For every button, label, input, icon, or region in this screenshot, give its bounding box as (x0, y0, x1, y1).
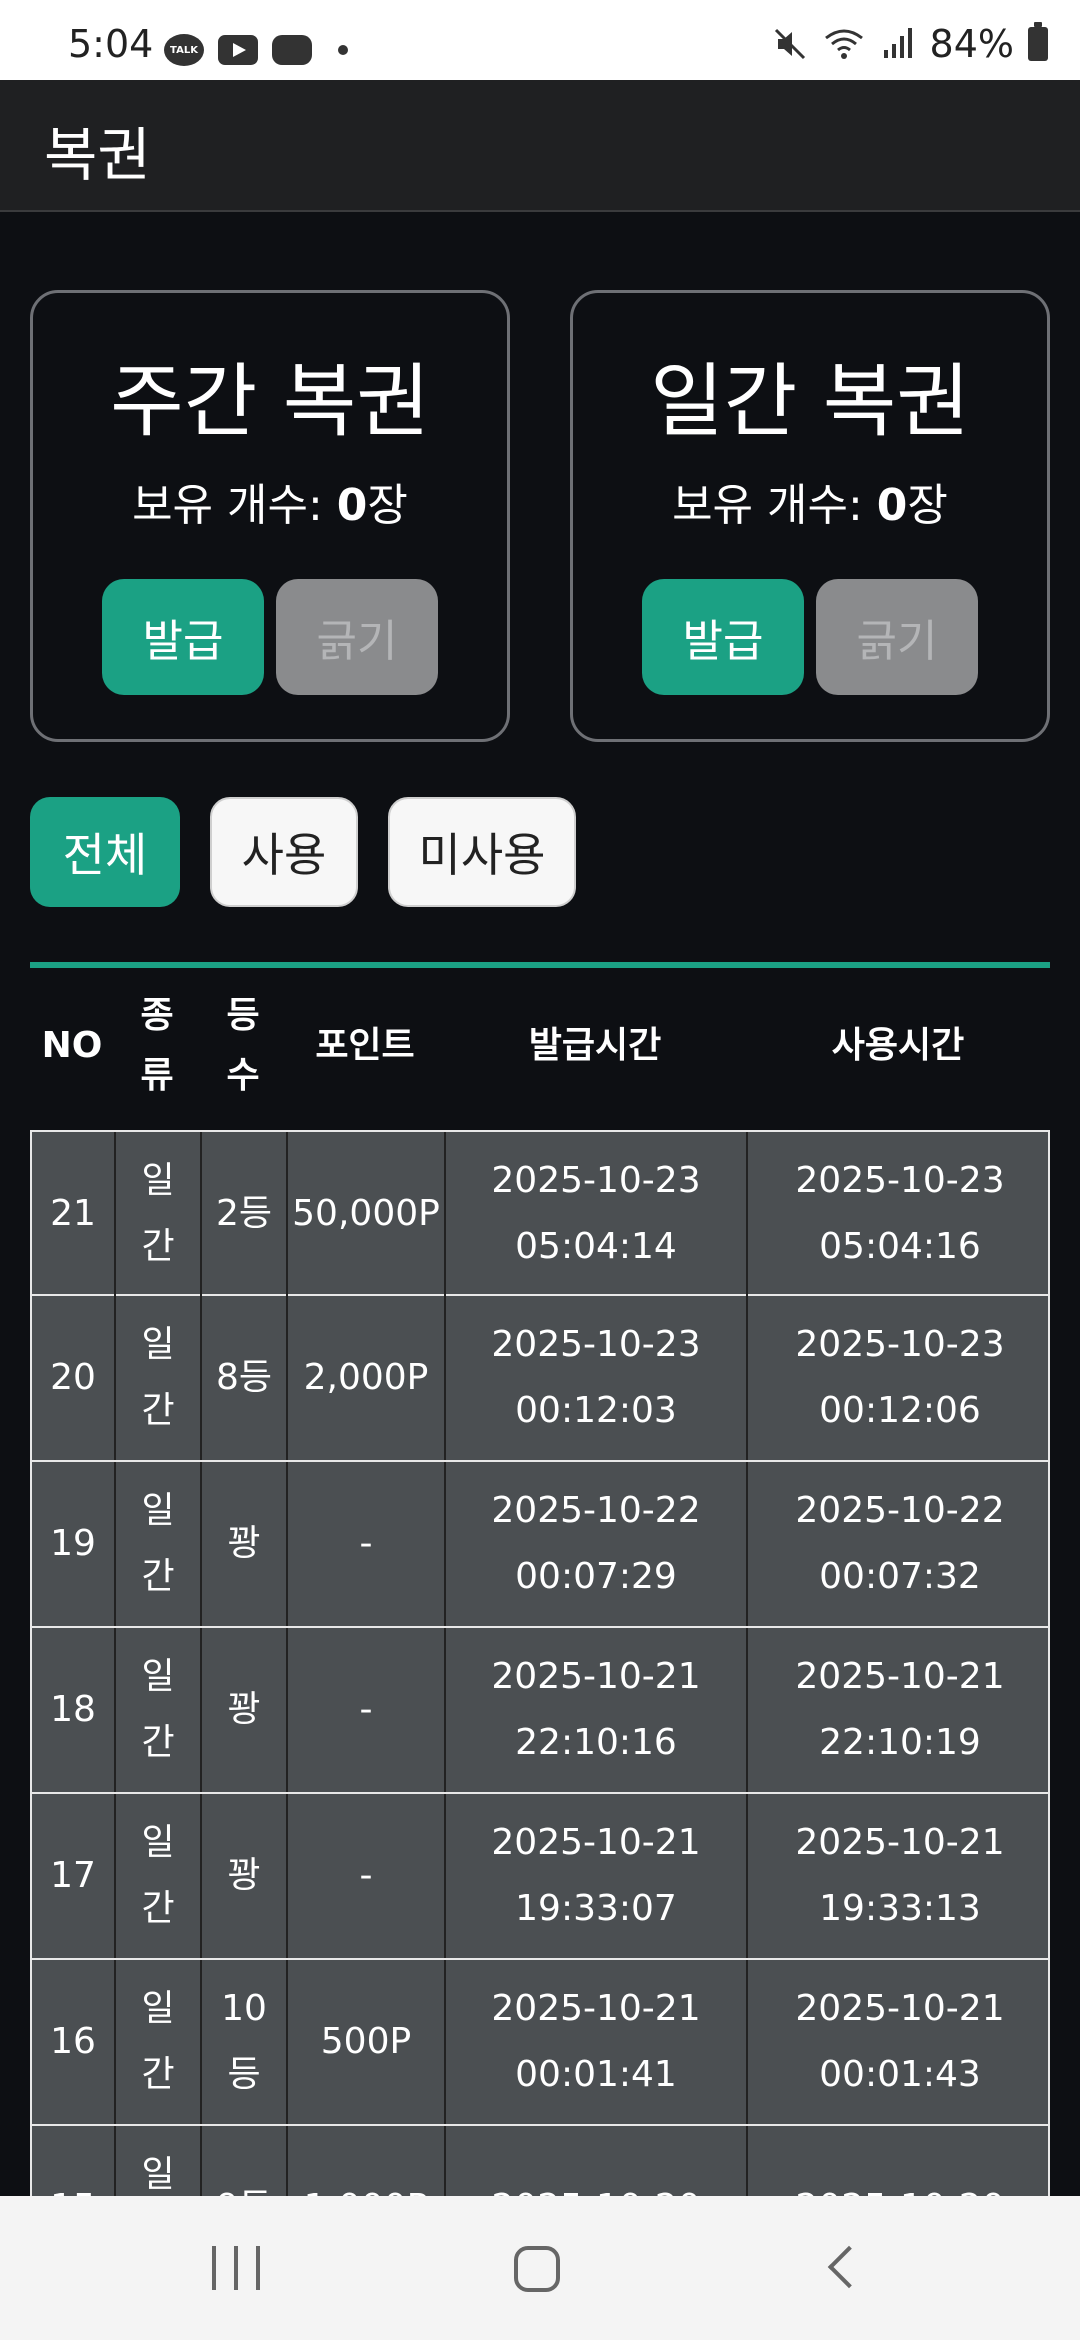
cell-point: 500P (288, 1960, 446, 2124)
daily-issue-button[interactable]: 발급 (642, 579, 804, 695)
cell-issued-time: 2025-10-23 00:12:03 (446, 1296, 748, 1460)
filter-used[interactable]: 사용 (210, 797, 358, 907)
filter-tabs: 전체 사용 미사용 (30, 797, 576, 907)
page-title: 복권 (44, 121, 151, 189)
table-row[interactable]: 20 일 간 8등 2,000P 2025-10-23 00:12:03 202… (30, 1296, 1050, 1462)
cell-issued-time: 2025-10-21 00:01:41 (446, 1960, 748, 2124)
youtube-icon (218, 35, 258, 65)
table-row[interactable]: 21 일 간 2등 50,000P 2025-10-23 05:04:14 20… (30, 1130, 1050, 1296)
cell-no: 17 (32, 1794, 116, 1958)
cell-point: - (288, 1462, 446, 1626)
cell-kind: 일 간 (116, 1960, 202, 2124)
recents-icon[interactable] (212, 2246, 260, 2290)
home-icon[interactable] (514, 2246, 560, 2292)
daily-lottery-card: 일간 복권 보유 개수: 0장 발급 긁기 (570, 290, 1050, 742)
status-time: 5:04 (68, 22, 154, 66)
cell-used-time: 2025-10-23 05:04:16 (795, 1160, 1005, 1267)
weekly-count-value: 0 (336, 480, 368, 531)
cell-issued-time: 2025-10-21 19:33:07 (446, 1794, 748, 1958)
cell-rank: 8등 (202, 1296, 288, 1460)
table-row[interactable]: 16 일 간 10 등 500P 2025-10-21 00:01:41 202… (30, 1960, 1050, 2126)
filter-unused[interactable]: 미사용 (388, 797, 576, 907)
cell-used-time: 2025-10-21 19:33:13 (795, 1822, 1005, 1929)
header-kind: 종 류 (140, 995, 174, 1096)
cell-used-time: 2025-10-21 22:10:19 (795, 1656, 1005, 1763)
weekly-card-title: 주간 복권 (110, 355, 430, 448)
cell-rank: 10 등 (202, 1960, 288, 2124)
cell-point: - (288, 1794, 446, 1958)
filter-all[interactable]: 전체 (30, 797, 180, 907)
back-icon[interactable] (827, 2245, 871, 2289)
table-row[interactable]: 18 일 간 꽝 - 2025-10-21 22:10:16 2025-10-2… (30, 1628, 1050, 1794)
mute-icon (774, 28, 805, 60)
discord-icon (272, 35, 312, 65)
weekly-count-label: 보유 개수: (132, 480, 337, 531)
cell-rank: 꽝 (202, 1794, 288, 1958)
weekly-issue-button[interactable]: 발급 (102, 579, 264, 695)
header-point: 포인트 (315, 1025, 415, 1066)
table-divider (30, 962, 1050, 968)
system-icons: 84% (772, 22, 1048, 66)
cell-used-time: 2025-10-22 00:07:32 (795, 1490, 1005, 1597)
cell-point: 50,000P (288, 1132, 446, 1296)
header-issued-time: 발급시간 (528, 1025, 662, 1066)
cell-no: 21 (32, 1132, 116, 1296)
daily-count-label: 보유 개수: (672, 480, 877, 531)
cell-kind: 일 간 (116, 1628, 202, 1792)
weekly-count-unit: 장 (367, 480, 408, 531)
cell-no: 18 (32, 1628, 116, 1792)
daily-card-buttons: 발급 긁기 (573, 579, 1047, 695)
notification-icons: TALK (164, 34, 348, 66)
daily-count-value: 0 (876, 480, 908, 531)
weekly-card-buttons: 발급 긁기 (33, 579, 507, 695)
signal-icon (883, 28, 912, 58)
cell-no: 16 (32, 1960, 116, 2124)
cell-kind: 일 간 (116, 1296, 202, 1460)
cell-no: 19 (32, 1462, 116, 1626)
status-bar: 5:04 TALK 84% (0, 0, 1080, 80)
header-used-time: 사용시간 (831, 1025, 965, 1066)
weekly-lottery-card: 주간 복권 보유 개수: 0장 발급 긁기 (30, 290, 510, 742)
cell-rank: 2등 (202, 1132, 288, 1296)
table-row[interactable]: 19 일 간 꽝 - 2025-10-22 00:07:29 2025-10-2… (30, 1462, 1050, 1628)
weekly-scratch-button[interactable]: 긁기 (276, 579, 438, 695)
weekly-count: 보유 개수: 0장 (33, 469, 507, 533)
cell-issued-time: 2025-10-23 05:04:14 (446, 1132, 748, 1296)
app-header: 복권 (0, 80, 1080, 212)
system-nav-bar (0, 2196, 1080, 2340)
talk-icon: TALK (164, 34, 204, 66)
dot-icon (338, 45, 348, 55)
table-row[interactable]: 17 일 간 꽝 - 2025-10-21 19:33:07 2025-10-2… (30, 1794, 1050, 1960)
cell-kind: 일 간 (116, 1132, 202, 1296)
cell-kind: 일 간 (116, 1462, 202, 1626)
cell-rank: 꽝 (202, 1628, 288, 1792)
cell-point: 2,000P (288, 1296, 446, 1460)
daily-card-title: 일간 복권 (650, 355, 970, 448)
daily-count: 보유 개수: 0장 (573, 469, 1047, 533)
cell-used-time: 2025-10-23 00:12:06 (795, 1324, 1005, 1431)
cell-point: - (288, 1628, 446, 1792)
daily-count-unit: 장 (907, 480, 948, 531)
cell-used-time: 2025-10-21 00:01:43 (795, 1988, 1005, 2095)
header-rank: 등 수 (226, 995, 260, 1096)
wifi-icon (824, 29, 863, 59)
daily-scratch-button[interactable]: 긁기 (816, 579, 978, 695)
battery-icon (1028, 22, 1048, 61)
cell-rank: 꽝 (202, 1462, 288, 1626)
header-no: NO (41, 1025, 103, 1066)
battery-percent: 84% (929, 22, 1014, 66)
cell-issued-time: 2025-10-22 00:07:29 (446, 1462, 748, 1626)
cell-kind: 일 간 (116, 1794, 202, 1958)
cell-issued-time: 2025-10-21 22:10:16 (446, 1628, 748, 1792)
cell-no: 20 (32, 1296, 116, 1460)
table-header: NO 종 류 등 수 포인트 발급시간 사용시간 (30, 984, 1050, 1108)
